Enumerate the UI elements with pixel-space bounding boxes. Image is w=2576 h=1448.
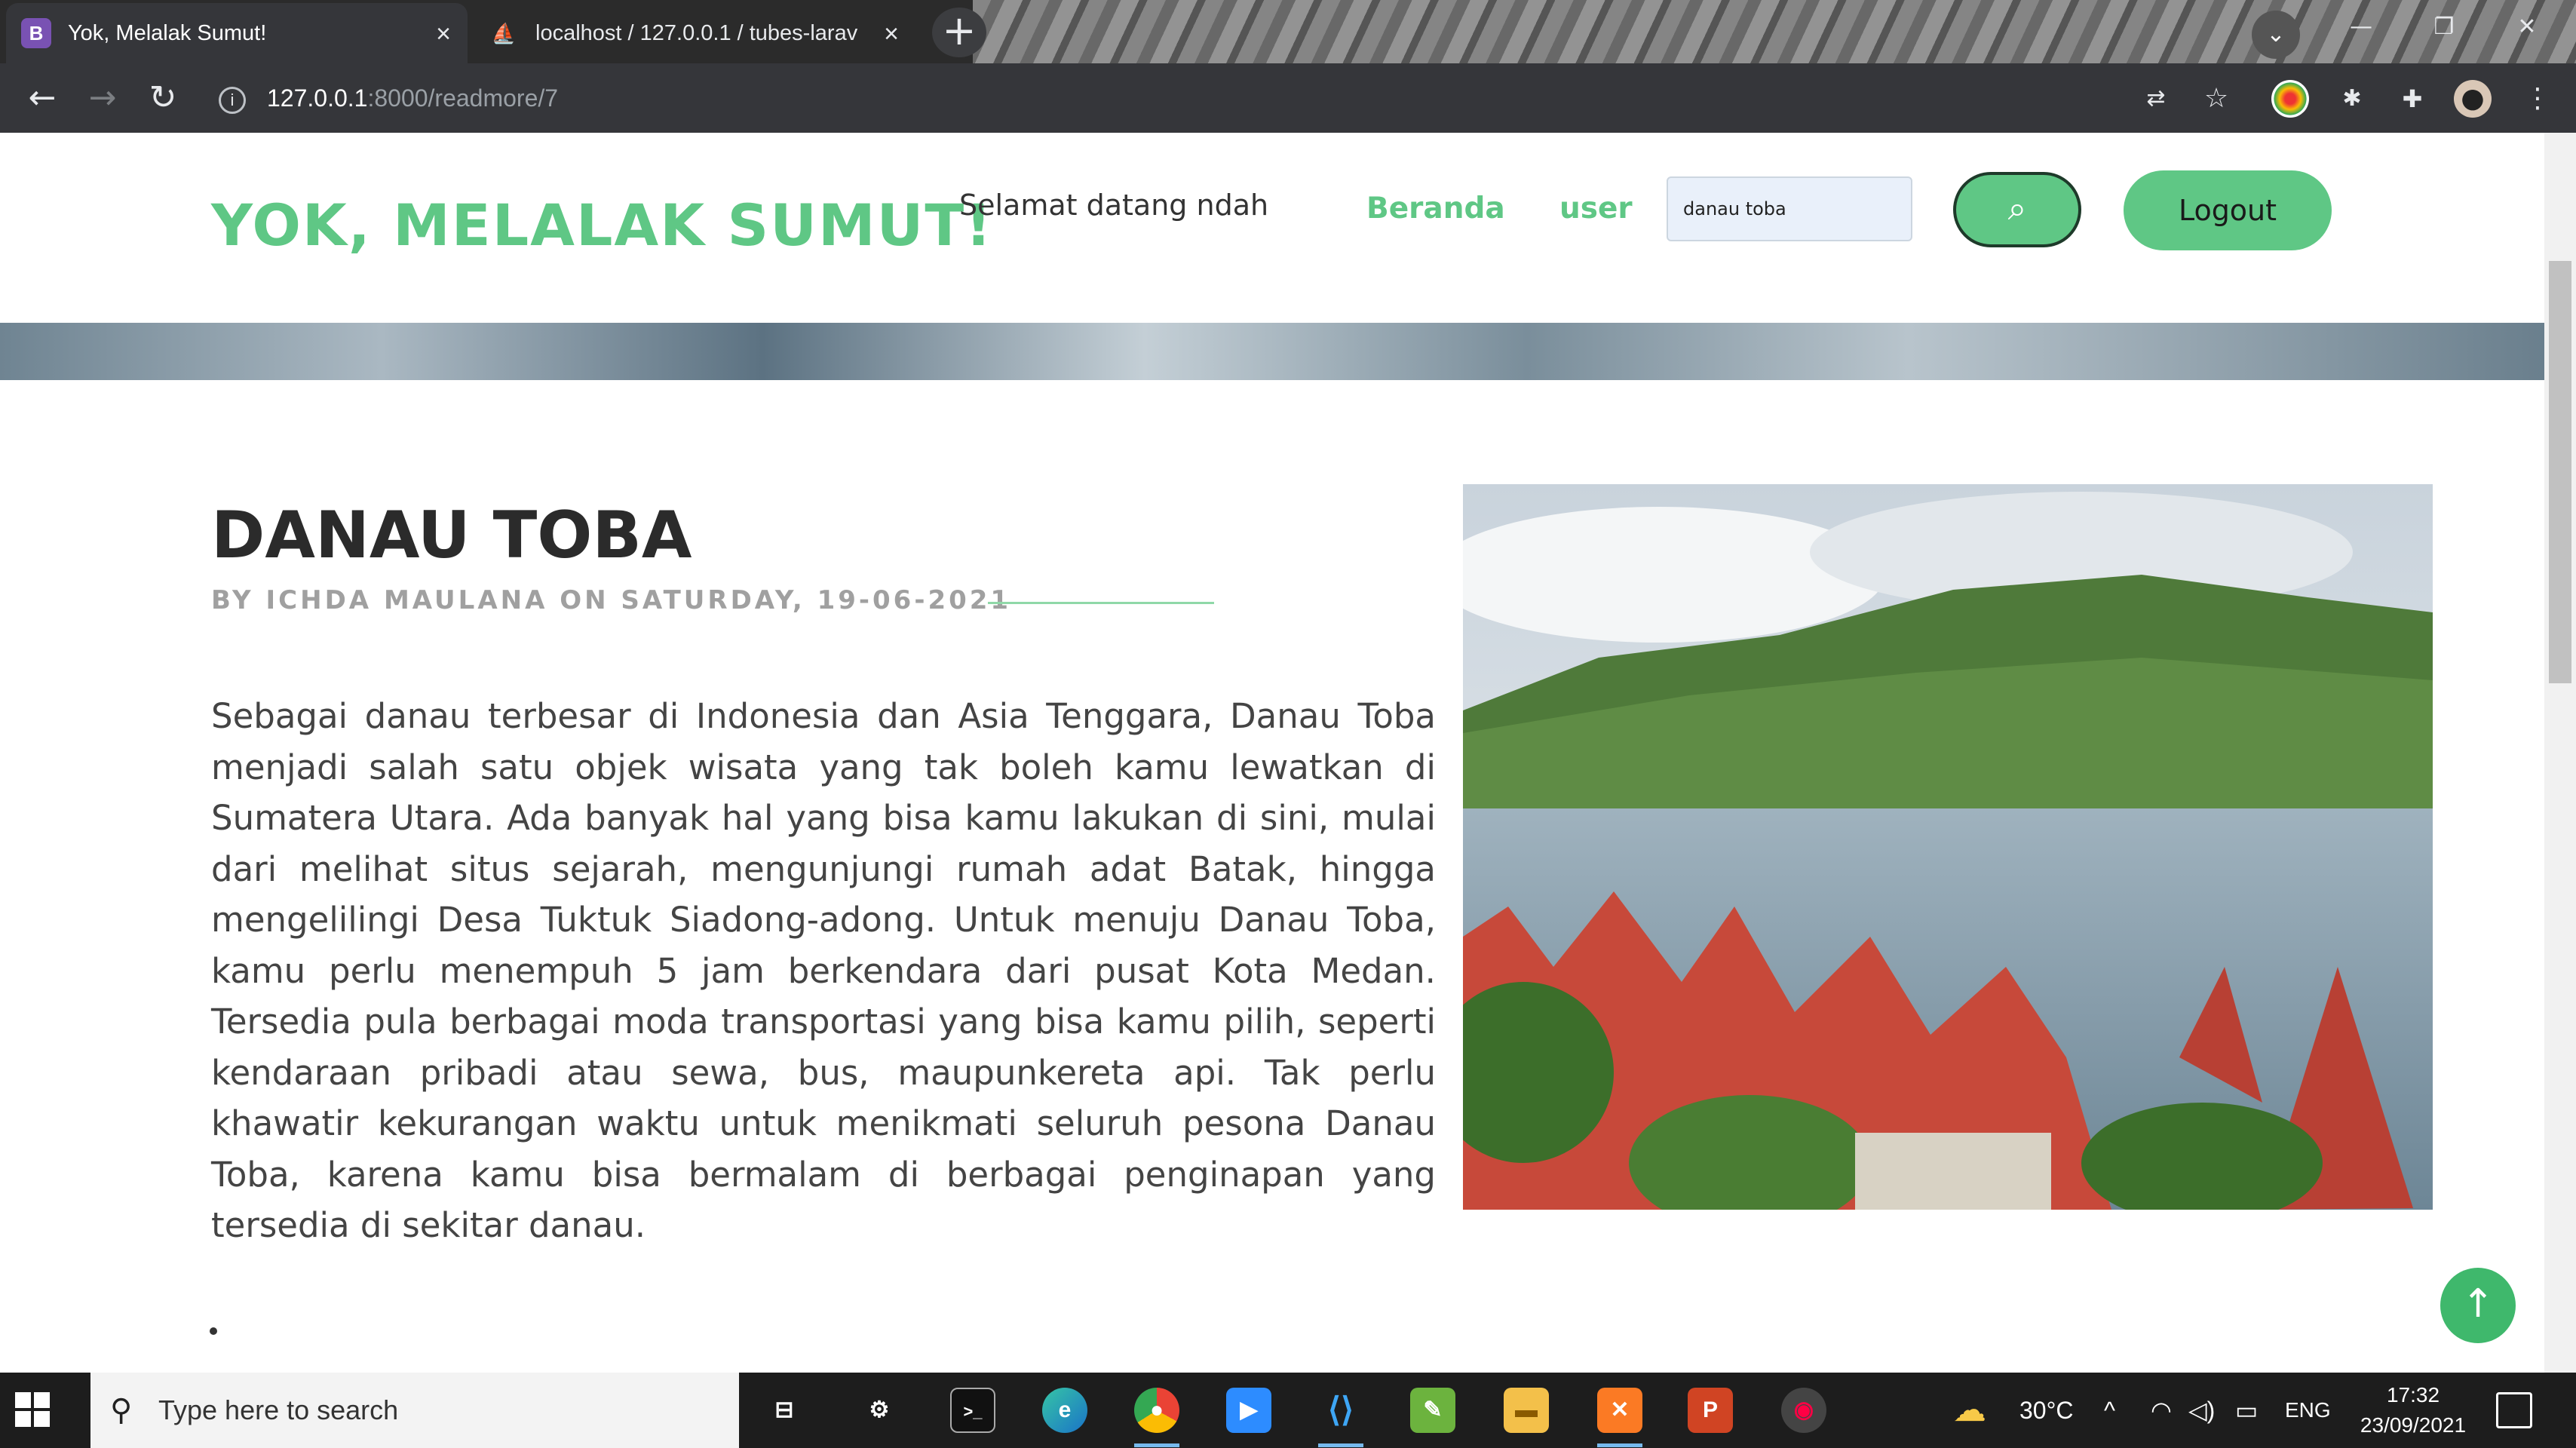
close-tab-icon[interactable]: × bbox=[884, 20, 899, 49]
info-icon[interactable]: i bbox=[219, 86, 246, 114]
chevron-up-icon[interactable]: ^ bbox=[2104, 1373, 2115, 1448]
tab-search-icon[interactable]: ⌄ bbox=[2252, 11, 2300, 59]
taskbar-search-placeholder: Type here to search bbox=[158, 1394, 399, 1425]
notification-icon[interactable] bbox=[2496, 1392, 2532, 1428]
tab-yok-melalak[interactable]: B Yok, Melalak Sumut! × bbox=[6, 3, 468, 63]
nav-beranda[interactable]: Beranda bbox=[1366, 192, 1505, 225]
tab-title: localhost / 127.0.0.1 / tubes-larav bbox=[535, 20, 858, 45]
terminal-icon[interactable]: >_ bbox=[950, 1388, 995, 1433]
notepad-plus-icon[interactable]: ✎ bbox=[1410, 1388, 1455, 1433]
url-path: :8000/readmore/7 bbox=[367, 84, 559, 112]
xampp-icon[interactable]: ✕ bbox=[1597, 1388, 1642, 1433]
settings-icon[interactable]: ⚙ bbox=[857, 1388, 902, 1433]
logout-button[interactable]: Logout bbox=[2124, 170, 2332, 250]
windows-start-icon[interactable] bbox=[15, 1392, 51, 1428]
search-button[interactable]: ⌕ bbox=[1953, 172, 2081, 247]
vscode-icon[interactable]: ⟨⟩ bbox=[1318, 1388, 1363, 1433]
file-explorer-icon[interactable]: ▬ bbox=[1504, 1388, 1549, 1433]
translate-icon[interactable]: ⇄ bbox=[2137, 80, 2175, 118]
menu-kebab-icon[interactable]: ⋮ bbox=[2519, 80, 2556, 118]
minimize-icon[interactable]: — bbox=[2320, 0, 2403, 53]
article-byline: BY ICHDA MAULANA ON SATURDAY, 19-06-2021 bbox=[211, 585, 1012, 615]
browser-chrome: B Yok, Melalak Sumut! × ⛵ localhost / 12… bbox=[0, 0, 2576, 133]
web-page: YOK, MELALAK SUMUT! Selamat datang ndah … bbox=[0, 133, 2544, 1373]
url-host: 127.0.0.1 bbox=[267, 84, 368, 112]
media-player-icon[interactable]: ◉ bbox=[1781, 1388, 1826, 1433]
search-icon: ⚲ bbox=[110, 1394, 133, 1427]
powerpoint-icon[interactable]: P bbox=[1688, 1388, 1733, 1433]
byline-divider bbox=[988, 602, 1214, 604]
edge-icon[interactable]: e bbox=[1042, 1388, 1087, 1433]
language-indicator[interactable]: ENG bbox=[2285, 1373, 2331, 1448]
bookmark-star-icon[interactable]: ☆ bbox=[2197, 80, 2235, 118]
article-image bbox=[1463, 484, 2433, 1210]
close-window-icon[interactable]: ✕ bbox=[2486, 0, 2568, 53]
search-input[interactable] bbox=[1667, 176, 1912, 241]
chrome-icon[interactable]: ● bbox=[1134, 1388, 1179, 1433]
windows-taskbar: ⚲ Type here to search ⊟ ⚙ >_ e ● ▶ ⟨⟩ ✎ … bbox=[0, 1373, 2576, 1448]
tab-strip: B Yok, Melalak Sumut! × ⛵ localhost / 12… bbox=[0, 0, 2576, 63]
scrollbar-thumb[interactable] bbox=[2549, 261, 2571, 683]
clock-date: 23/09/2021 bbox=[2360, 1413, 2467, 1437]
network-icon[interactable]: ◠ bbox=[2151, 1373, 2172, 1448]
site-navbar: YOK, MELALAK SUMUT! Selamat datang ndah … bbox=[0, 133, 2544, 323]
task-view-icon[interactable]: ⊟ bbox=[762, 1388, 807, 1433]
extension-puzzle-icon[interactable]: ✱ bbox=[2333, 80, 2371, 118]
browser-toolbar: ← → ↻ i 127.0.0.1:8000/readmore/7 ⇄ ☆ ✱ ✚… bbox=[0, 63, 2576, 133]
article-body: Sebagai danau terbesar di Indonesia dan … bbox=[211, 696, 1436, 1245]
chrome-active-indicator bbox=[1134, 1443, 1179, 1447]
welcome-text: Selamat datang ndah bbox=[959, 189, 1269, 222]
site-brand[interactable]: YOK, MELALAK SUMUT! bbox=[211, 192, 993, 259]
nav-user[interactable]: user bbox=[1559, 192, 1633, 225]
back-icon[interactable]: ← bbox=[21, 77, 63, 119]
phpmyadmin-icon: ⛵ bbox=[491, 21, 517, 44]
tab-phpmyadmin[interactable]: ⛵ localhost / 127.0.0.1 / tubes-larav × bbox=[474, 3, 915, 63]
tab-title: Yok, Melalak Sumut! bbox=[68, 20, 267, 45]
list-bullet bbox=[210, 1327, 217, 1335]
new-tab-button[interactable]: + bbox=[932, 8, 986, 57]
reload-icon[interactable]: ↻ bbox=[142, 77, 184, 119]
article-title: DANAU TOBA bbox=[211, 498, 692, 573]
hero-banner bbox=[0, 323, 2544, 380]
address-bar[interactable]: i 127.0.0.1:8000/readmore/7 bbox=[219, 74, 2104, 122]
close-tab-icon[interactable]: × bbox=[436, 20, 451, 49]
forward-icon[interactable]: → bbox=[81, 77, 124, 119]
extension-icon[interactable] bbox=[2271, 80, 2309, 118]
back-to-top-button[interactable]: ↑ bbox=[2440, 1268, 2516, 1343]
volume-icon[interactable]: ◁) bbox=[2188, 1373, 2215, 1448]
vscode-active-indicator bbox=[1318, 1443, 1363, 1447]
clock[interactable]: 17:32 23/09/2021 bbox=[2353, 1380, 2473, 1440]
battery-icon[interactable]: ▭ bbox=[2235, 1373, 2258, 1448]
extensions-icon[interactable]: ✚ bbox=[2394, 80, 2431, 118]
taskbar-search[interactable]: ⚲ Type here to search bbox=[90, 1373, 739, 1448]
search-icon: ⌕ bbox=[2007, 189, 2027, 228]
weather-icon[interactable]: ☁ bbox=[1953, 1373, 1986, 1448]
page-scrollbar[interactable] bbox=[2544, 133, 2576, 1373]
xampp-active-indicator bbox=[1597, 1443, 1642, 1447]
zoom-icon[interactable]: ▶ bbox=[1226, 1388, 1271, 1433]
profile-avatar[interactable]: ● bbox=[2454, 80, 2492, 118]
temperature[interactable]: 30°C bbox=[2019, 1373, 2074, 1448]
arrow-up-icon: ↑ bbox=[2461, 1281, 2495, 1327]
clock-time: 17:32 bbox=[2386, 1383, 2440, 1407]
restore-icon[interactable]: ❐ bbox=[2403, 0, 2486, 53]
bootstrap-icon: B bbox=[21, 18, 51, 48]
